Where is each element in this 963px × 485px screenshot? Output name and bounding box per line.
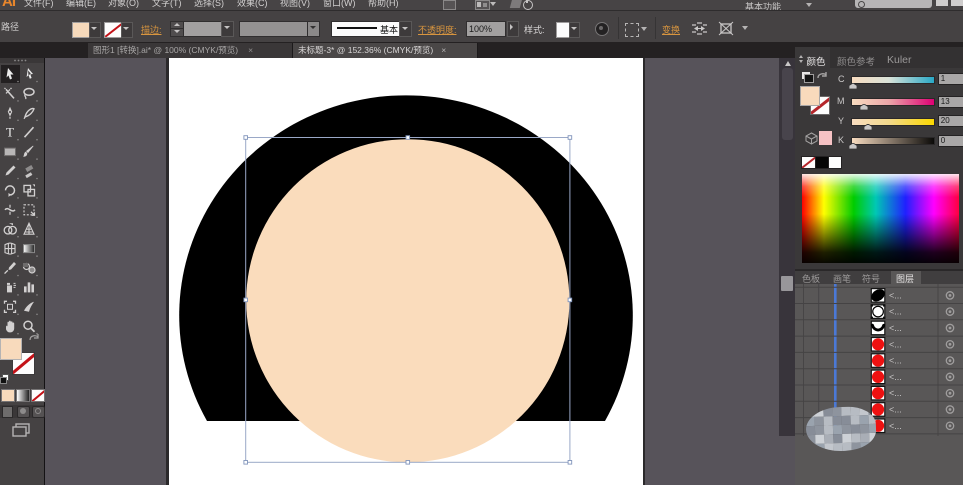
- svg-text:<...: <...: [889, 290, 902, 300]
- svg-text:<...: <...: [889, 372, 902, 382]
- svg-text:<...: <...: [889, 323, 902, 333]
- svg-text:T: T: [6, 124, 14, 139]
- svg-text:<...: <...: [889, 421, 902, 431]
- svg-text:<...: <...: [889, 307, 902, 317]
- svg-text:<...: <...: [889, 388, 902, 398]
- svg-text:<...: <...: [889, 356, 902, 366]
- svg-text:<...: <...: [889, 405, 902, 415]
- svg-text:<...: <...: [889, 339, 902, 349]
